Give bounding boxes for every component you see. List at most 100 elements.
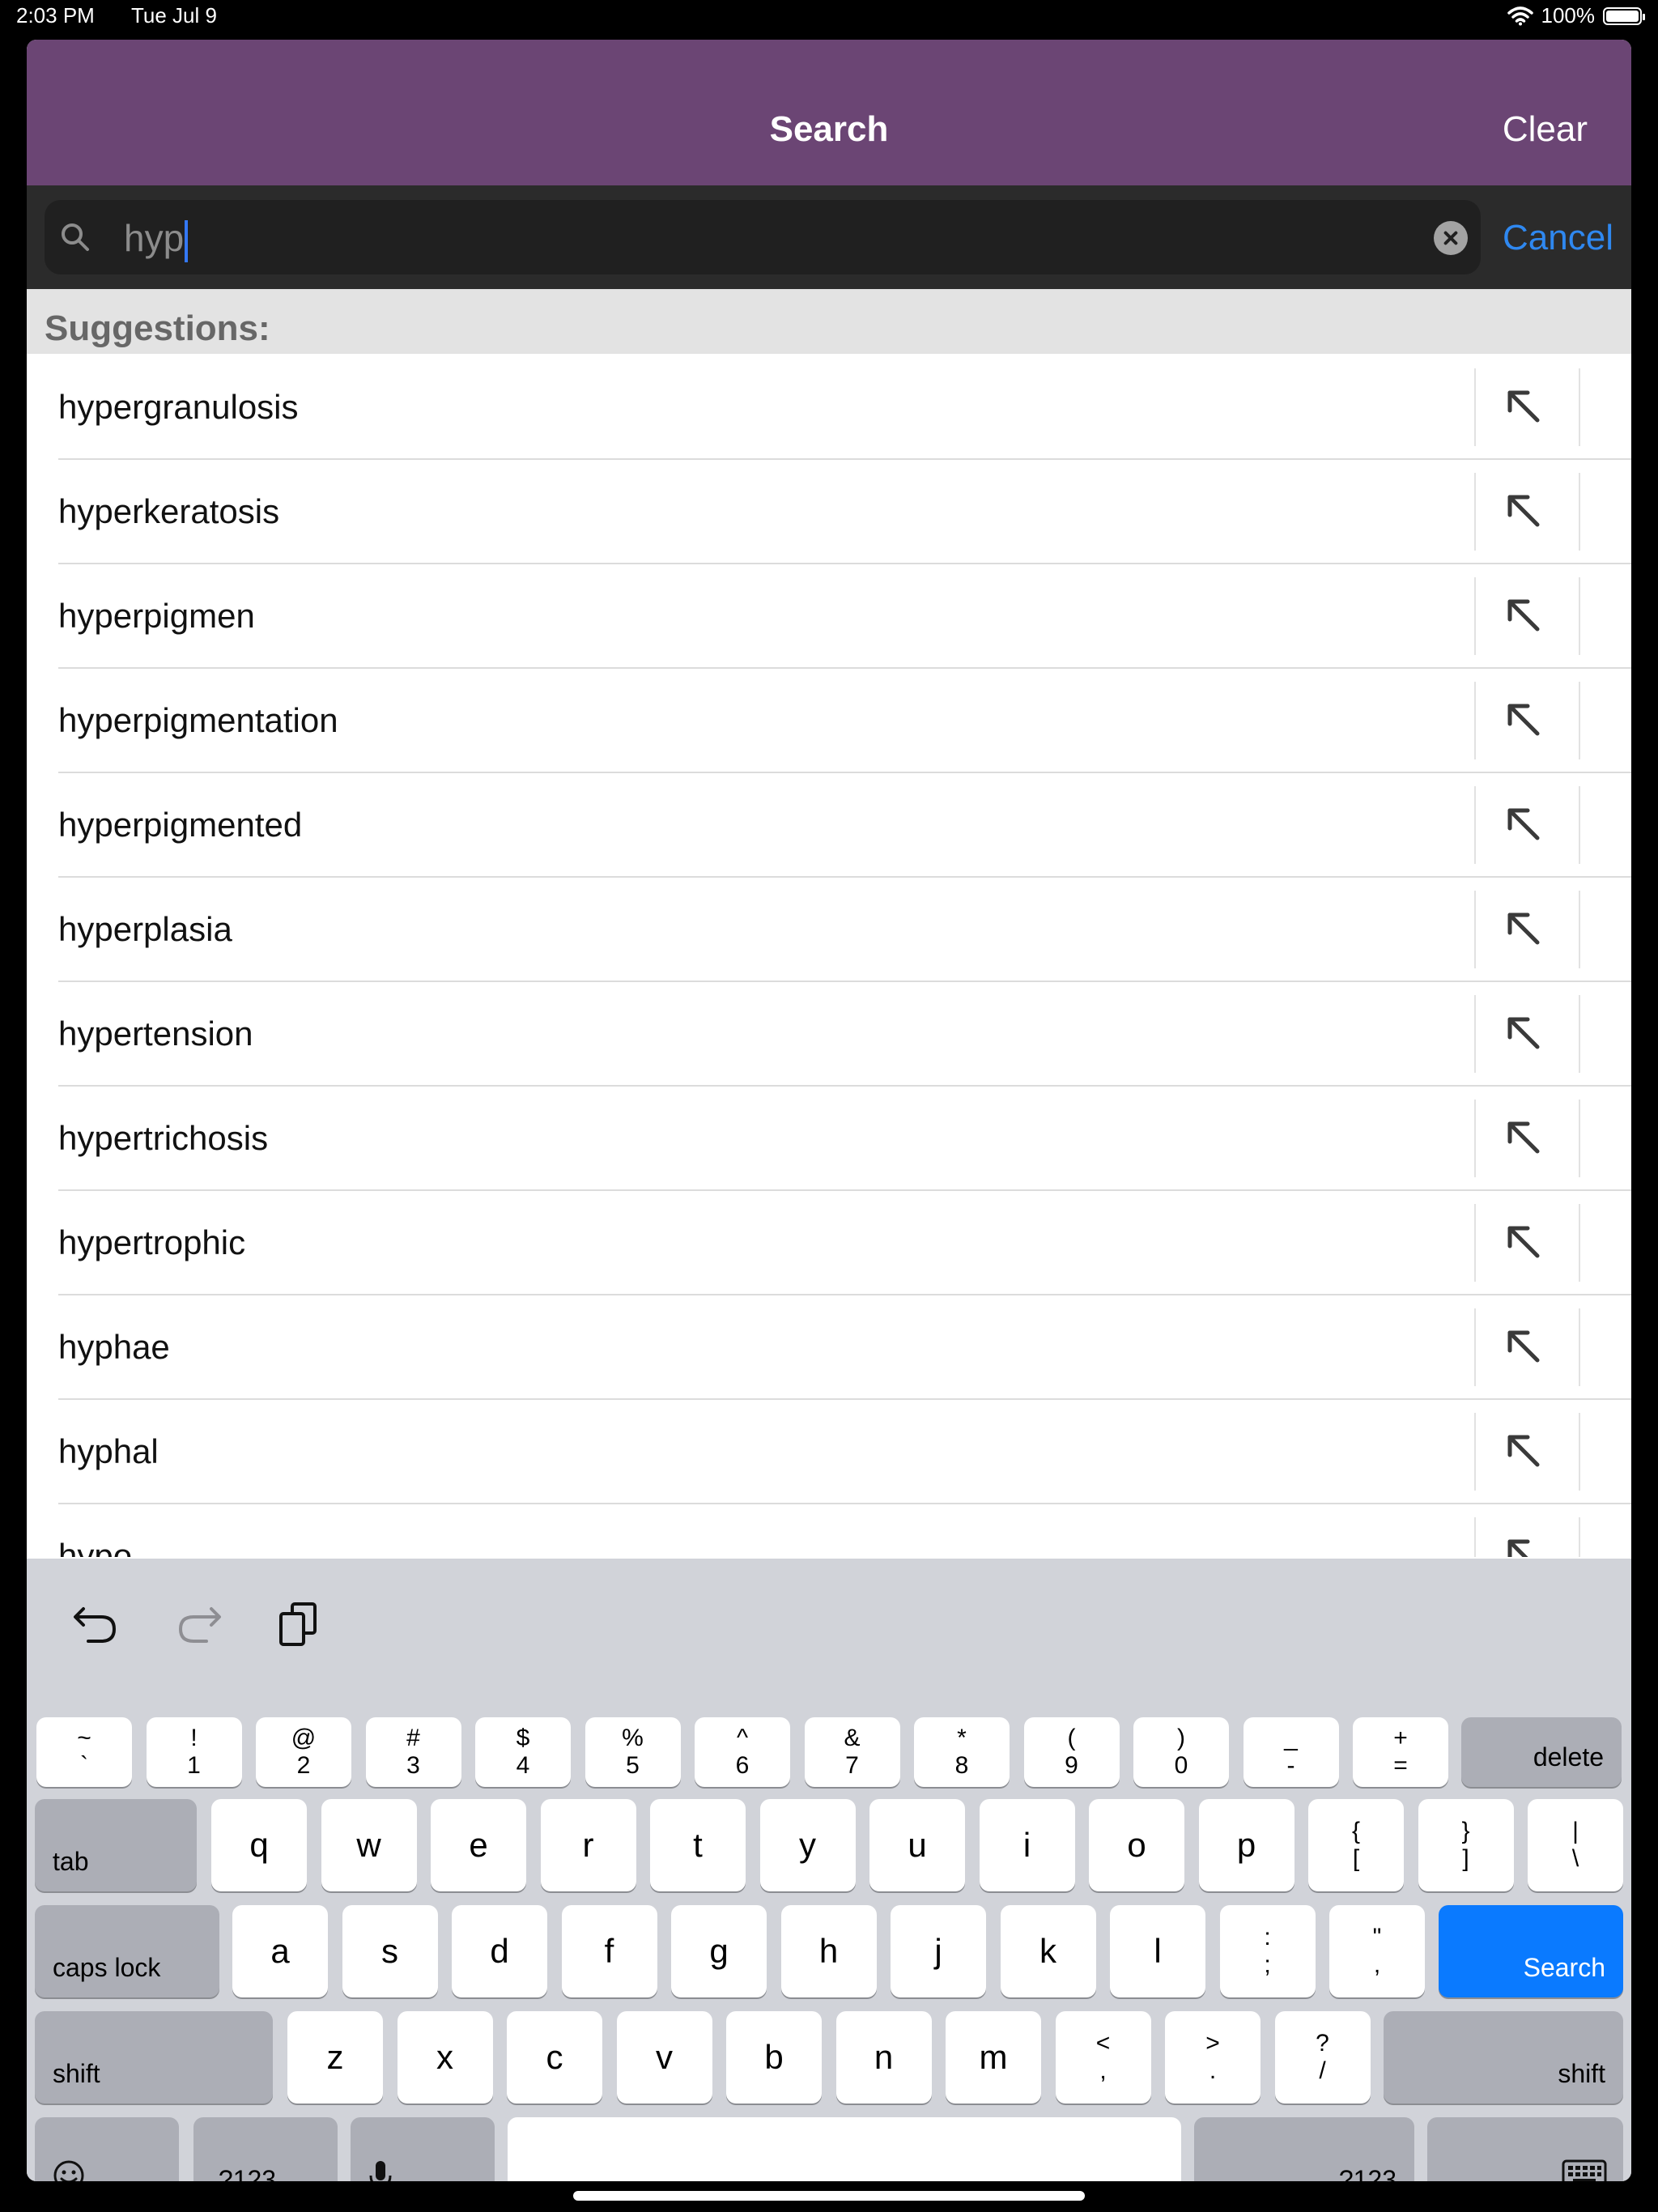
fill-query-arrow-icon[interactable] <box>1505 1015 1542 1052</box>
key-w[interactable]: w <box>321 1799 417 1891</box>
suggestion-row[interactable]: hyperkeratosis <box>27 460 1631 564</box>
key-i[interactable]: i <box>979 1799 1075 1891</box>
key-sym[interactable]: {[ <box>1308 1799 1404 1891</box>
suggestion-row[interactable]: hypergranulosis <box>27 355 1631 460</box>
key-5[interactable]: % 5 <box>585 1717 681 1787</box>
fill-query-arrow-icon[interactable] <box>1505 1223 1542 1261</box>
key-d[interactable]: d <box>452 1905 547 1997</box>
caps-lock-key[interactable]: caps lock <box>35 1905 219 1997</box>
key-x[interactable]: x <box>397 2011 493 2104</box>
dictation-key[interactable] <box>351 2117 495 2181</box>
key-4[interactable]: $4 <box>475 1717 571 1787</box>
key-k[interactable]: k <box>1000 1905 1096 1997</box>
fill-query-arrow-icon[interactable] <box>1505 806 1542 843</box>
key-o[interactable]: o <box>1089 1799 1184 1891</box>
key-c[interactable]: c <box>507 2011 602 2104</box>
fill-query-arrow-icon[interactable] <box>1505 701 1542 738</box>
emoji-key[interactable] <box>35 2117 179 2181</box>
clear-button[interactable]: Clear <box>1503 109 1588 150</box>
suggestion-row[interactable]: hyperpigmentation <box>27 669 1631 773</box>
key-7[interactable]: & 7 <box>804 1717 900 1787</box>
fill-query-arrow-icon[interactable] <box>1505 492 1542 530</box>
key-6[interactable]: ^ 6 <box>695 1717 790 1787</box>
key-h[interactable]: h <box>780 1905 877 1997</box>
key-11[interactable]: _ - <box>1243 1717 1339 1787</box>
suggestion-text: hypo <box>58 1537 133 1557</box>
key-2[interactable]: @2 <box>256 1717 351 1787</box>
suggestion-row[interactable]: hyperpigmented <box>27 773 1631 878</box>
suggestion-text: hypergranulosis <box>58 388 299 426</box>
search-key[interactable]: Search <box>1439 1905 1623 1997</box>
key-j[interactable]: j <box>891 1905 986 1997</box>
key-sym[interactable]: ? / <box>1274 2011 1371 2104</box>
divider <box>1579 786 1580 864</box>
fill-query-arrow-icon[interactable] <box>1505 1537 1542 1557</box>
key-bottom-char: 1 <box>187 1752 201 1779</box>
clear-text-icon[interactable] <box>1434 221 1468 255</box>
redo-icon[interactable] <box>174 1601 223 1646</box>
fill-query-arrow-icon[interactable] <box>1505 1432 1542 1470</box>
suggestion-row[interactable]: hypertrichosis <box>27 1087 1631 1191</box>
key-9[interactable]: (9 <box>1023 1717 1120 1787</box>
key-sym[interactable]: | \ <box>1528 1799 1623 1891</box>
key-sym[interactable]: <, <box>1055 2011 1151 2104</box>
search-query[interactable]: hyp <box>124 216 189 262</box>
key-e[interactable]: e <box>431 1799 526 1891</box>
delete-key[interactable]: delete <box>1461 1717 1622 1787</box>
fill-query-arrow-icon[interactable] <box>1505 1328 1542 1365</box>
key-f[interactable]: f <box>561 1905 657 1997</box>
suggestion-row[interactable]: hypertension <box>27 982 1631 1087</box>
key-12[interactable]: + = <box>1353 1717 1448 1787</box>
key-0[interactable]: ~ ` <box>36 1717 132 1787</box>
key-sym[interactable]: >. <box>1165 2011 1261 2104</box>
key-q[interactable]: q <box>211 1799 307 1891</box>
key-sym[interactable]: }] <box>1418 1799 1514 1891</box>
key-1[interactable]: ! 1 <box>146 1717 242 1787</box>
numbers-key-left[interactable]: .?123 <box>193 2117 338 2181</box>
key-m[interactable]: m <box>946 2011 1041 2104</box>
key-s[interactable]: s <box>342 1905 438 1997</box>
tab-key[interactable]: tab <box>35 1799 197 1891</box>
paste-icon[interactable] <box>273 1601 321 1646</box>
suggestion-row[interactable]: hyperplasia <box>27 878 1631 982</box>
key-p[interactable]: p <box>1198 1799 1295 1891</box>
space-key[interactable] <box>508 2117 1181 2181</box>
key-l[interactable]: l <box>1110 1905 1205 1997</box>
fill-query-arrow-icon[interactable] <box>1505 388 1542 425</box>
key-3[interactable]: #3 <box>365 1717 461 1787</box>
search-input[interactable]: hyp <box>45 200 1481 274</box>
key-y[interactable]: y <box>759 1799 856 1891</box>
key-10[interactable]: ) 0 <box>1133 1717 1229 1787</box>
key-v[interactable]: v <box>616 2011 712 2104</box>
undo-icon[interactable] <box>72 1601 121 1646</box>
numbers-key-right[interactable]: .?123 <box>1194 2117 1414 2181</box>
key-label: shift <box>53 2059 100 2088</box>
key-t[interactable]: t <box>650 1799 746 1891</box>
suggestion-row[interactable]: hypertrophic <box>27 1191 1631 1295</box>
key-n[interactable]: n <box>835 2011 932 2104</box>
key-b[interactable]: b <box>726 2011 822 2104</box>
key-sym[interactable]: :; <box>1219 1905 1316 1997</box>
divider <box>1474 786 1476 864</box>
fill-query-arrow-icon[interactable] <box>1505 910 1542 947</box>
key-sym[interactable]: ", <box>1329 1905 1425 1997</box>
key-r[interactable]: r <box>540 1799 636 1891</box>
suggestion-row[interactable]: hyphal <box>27 1400 1631 1504</box>
fill-query-arrow-icon[interactable] <box>1505 597 1542 634</box>
shift-left-key[interactable]: shift <box>35 2011 273 2104</box>
key-label: .?123 <box>1331 2165 1397 2181</box>
key-8[interactable]: * 8 <box>914 1717 1010 1787</box>
suggestion-row[interactable]: hyphae <box>27 1295 1631 1400</box>
key-g[interactable]: g <box>671 1905 767 1997</box>
key-z[interactable]: z <box>287 2011 383 2104</box>
hide-keyboard-key[interactable] <box>1427 2117 1623 2181</box>
suggestion-text: hyperpigmentation <box>58 701 338 739</box>
fill-query-arrow-icon[interactable] <box>1505 1119 1542 1156</box>
suggestion-row[interactable]: hyperpigmen <box>27 564 1631 669</box>
divider <box>1579 682 1580 759</box>
suggestion-row[interactable]: hypo <box>27 1504 1631 1557</box>
key-a[interactable]: a <box>232 1905 328 1997</box>
shift-right-key[interactable]: shift <box>1384 2011 1623 2104</box>
key-u[interactable]: u <box>869 1799 965 1891</box>
cancel-button[interactable]: Cancel <box>1503 218 1613 258</box>
